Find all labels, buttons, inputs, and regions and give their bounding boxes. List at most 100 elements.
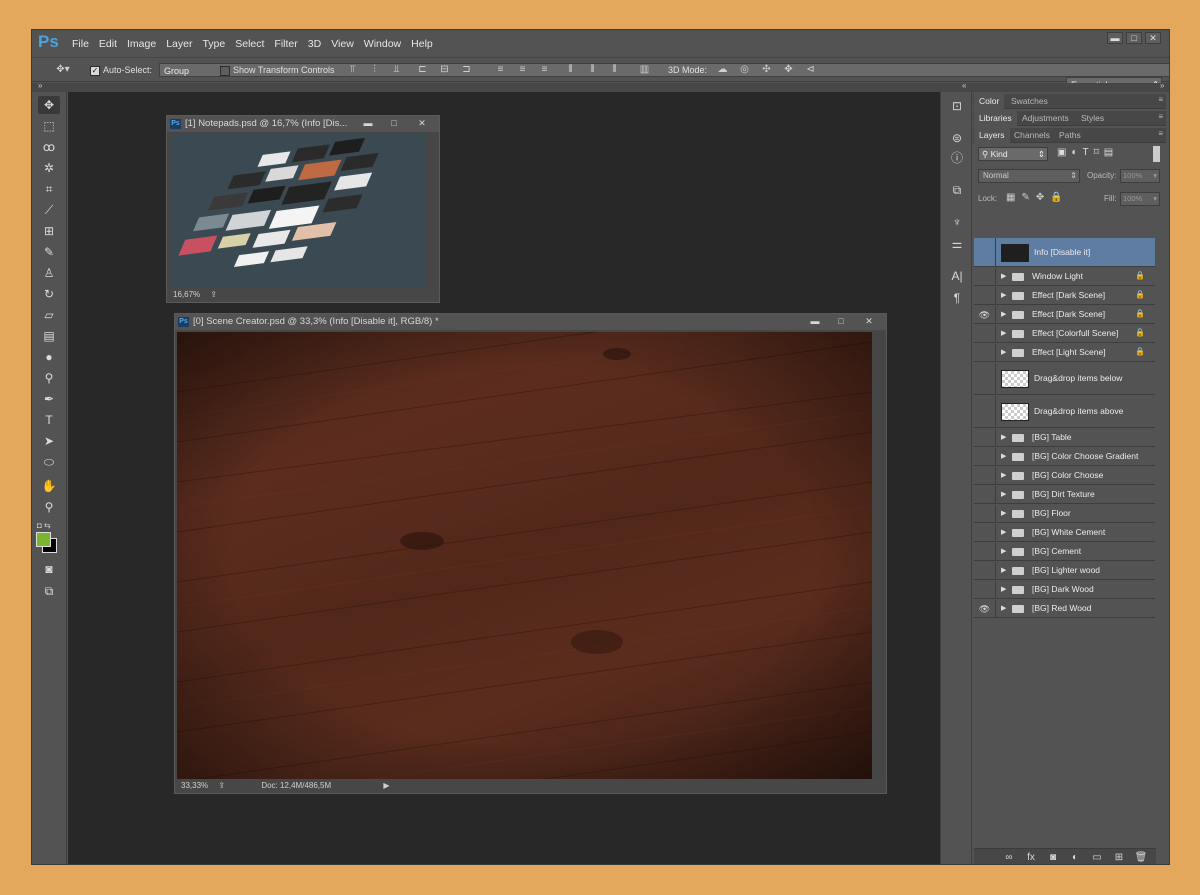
layer-name[interactable]: [BG] White Cement <box>1032 527 1105 537</box>
tab-libraries[interactable]: Libraries <box>974 111 1017 126</box>
info-panel-icon[interactable]: ⓘ <box>949 150 965 166</box>
dodge-tool-icon[interactable]: ⚲ <box>38 369 60 387</box>
expand-arrow-icon[interactable]: ▶ <box>1001 604 1006 612</box>
history-brush-tool-icon[interactable]: ↻ <box>38 285 60 303</box>
menu-image[interactable]: Image <box>127 38 156 50</box>
menu-view[interactable]: View <box>331 38 354 50</box>
layer-name[interactable]: [BG] Cement <box>1032 546 1081 556</box>
zoom-level[interactable]: 16,67% <box>173 290 200 299</box>
ellipse-tool-icon[interactable]: ⬭ <box>38 453 60 471</box>
layer-row[interactable]: 👁 ▶ [BG] Red Wood <box>974 600 1155 618</box>
foreground-color-swatch[interactable] <box>36 532 51 547</box>
notepads-canvas[interactable] <box>171 134 425 288</box>
expand-arrow-icon[interactable]: ▶ <box>1001 329 1006 337</box>
menu-file[interactable]: File <box>72 38 89 50</box>
layer-row[interactable]: ▶ Window Light 🔒 <box>974 268 1155 286</box>
visibility-toggle[interactable] <box>974 325 996 342</box>
layer-row[interactable]: ▶ [BG] Color Choose Gradient <box>974 448 1155 466</box>
layer-name[interactable]: Effect [Colorfull Scene] <box>1032 328 1118 338</box>
expand-arrow-icon[interactable]: ▶ <box>1001 452 1006 460</box>
crop-tool-icon[interactable]: ⌗ <box>38 180 60 198</box>
visibility-toggle[interactable]: 👁 <box>974 306 996 323</box>
distribute-right-icon[interactable]: ⦀ <box>608 63 621 76</box>
zoom-level[interactable]: 33,33% <box>181 781 208 790</box>
pen-tool-icon[interactable]: ✒ <box>38 390 60 408</box>
3d-rotate-icon[interactable]: ☁ <box>716 63 729 76</box>
layer-name[interactable]: [BG] Lighter wood <box>1032 565 1100 575</box>
character-panel-icon[interactable]: A| <box>949 268 965 284</box>
gradient-tool-icon[interactable]: ▤ <box>38 327 60 345</box>
layer-name[interactable]: Drag&drop items above <box>1034 406 1123 416</box>
visibility-toggle[interactable] <box>974 268 996 285</box>
layer-row[interactable]: ▶ [BG] Table <box>974 429 1155 447</box>
lock-icons[interactable]: ▦✎✥🔒 <box>1006 192 1069 203</box>
panel-menu-icon[interactable]: ≡ <box>1158 95 1163 104</box>
visibility-toggle[interactable] <box>974 486 996 503</box>
visibility-toggle[interactable] <box>974 505 996 522</box>
new-layer-icon[interactable]: ⊞ <box>1112 852 1126 864</box>
tab-paths[interactable]: Paths <box>1054 128 1086 143</box>
menu-filter[interactable]: Filter <box>274 38 297 50</box>
layer-row[interactable]: ▶ Effect [Light Scene] 🔒 <box>974 344 1155 362</box>
layer-row[interactable]: ▶ [BG] White Cement <box>974 524 1155 542</box>
eyedropper-tool-icon[interactable]: ⟋ <box>38 201 60 219</box>
filter-toggle-icon[interactable] <box>1153 146 1160 162</box>
visibility-toggle[interactable] <box>974 543 996 560</box>
doc-close-button[interactable]: ✕ <box>854 315 884 328</box>
expand-arrow-icon[interactable]: ▶ <box>1001 490 1006 498</box>
layer-name[interactable]: [BG] Dirt Texture <box>1032 489 1095 499</box>
expand-arrow-icon[interactable]: ▶ <box>1001 272 1006 280</box>
hand-tool-icon[interactable]: ✋ <box>38 477 60 495</box>
layer-name[interactable]: Drag&drop items below <box>1034 373 1122 383</box>
zoom-tool-icon[interactable]: ⚲ <box>38 498 60 516</box>
panel-menu-icon[interactable]: ≡ <box>1158 129 1163 138</box>
marquee-tool-icon[interactable]: ⬚ <box>38 117 60 135</box>
adjustment-layer-icon[interactable]: ◐ <box>1068 852 1082 864</box>
show-transform-toggle[interactable]: Show Transform Controls <box>220 63 335 77</box>
layer-row[interactable]: Drag&drop items above <box>974 396 1155 428</box>
expand-arrow-icon[interactable]: ▶ <box>1001 585 1006 593</box>
move-tool-preset-icon[interactable]: ✥▾ <box>52 63 74 76</box>
adjust-sliders-icon[interactable]: ⚌ <box>949 236 965 252</box>
layer-name[interactable]: [BG] Table <box>1032 432 1072 442</box>
expand-arrow-icon[interactable]: ▶ <box>1001 291 1006 299</box>
menu-type[interactable]: Type <box>202 38 225 50</box>
layer-filter-icons[interactable]: ▣◐T⌑▤ <box>1057 147 1118 158</box>
menu-layer[interactable]: Layer <box>166 38 192 50</box>
layer-row[interactable]: ▶ [BG] Dark Wood <box>974 581 1155 599</box>
close-button[interactable]: ✕ <box>1145 32 1161 44</box>
layer-name[interactable]: [BG] Color Choose Gradient <box>1032 451 1138 461</box>
layer-filter-dropdown[interactable]: ⚲ Kind ⇕ <box>978 147 1048 161</box>
distribute-vertical-center-icon[interactable]: ≡ <box>516 63 529 76</box>
document-title-bar[interactable]: Ps [0] Scene Creator.psd @ 33,3% (Info [… <box>175 314 886 330</box>
fill-input[interactable]: 100% ▾ <box>1120 192 1160 206</box>
auto-select-checkbox[interactable]: ✓ <box>90 65 100 76</box>
layer-name[interactable]: Window Light <box>1032 271 1083 281</box>
3d-roll-icon[interactable]: ◎ <box>738 63 751 76</box>
quick-mask-icon[interactable]: ◙ <box>38 560 60 578</box>
layer-row[interactable]: 👁 ▶ Effect [Dark Scene] 🔒 <box>974 306 1155 324</box>
status-menu-arrow-icon[interactable]: ▶ <box>383 781 389 790</box>
menu-select[interactable]: Select <box>235 38 264 50</box>
add-layer-style-icon[interactable]: fx <box>1024 852 1038 864</box>
doc-minimize-button[interactable]: ▬ <box>355 117 381 130</box>
tab-adjustments[interactable]: Adjustments <box>1017 111 1074 126</box>
panels-collapse-icon[interactable]: » <box>1160 81 1164 90</box>
doc-maximize-button[interactable]: □ <box>828 315 854 328</box>
healing-brush-tool-icon[interactable]: ⊞ <box>38 222 60 240</box>
align-right-icon[interactable]: ⊐ <box>460 63 473 76</box>
type-tool-icon[interactable]: T <box>38 411 60 429</box>
layer-name[interactable]: [BG] Red Wood <box>1032 603 1091 613</box>
doc-maximize-button[interactable]: □ <box>381 117 407 130</box>
layer-row[interactable]: ▶ [BG] Cement <box>974 543 1155 561</box>
menu-window[interactable]: Window <box>364 38 401 50</box>
screen-mode-icon[interactable]: ⧉ <box>38 582 60 600</box>
layer-name[interactable]: [BG] Color Choose <box>1032 470 1103 480</box>
expand-arrow-icon[interactable]: ▶ <box>1001 547 1006 555</box>
doc-minimize-button[interactable]: ▬ <box>802 315 828 328</box>
layer-row[interactable]: ▶ Effect [Colorfull Scene] 🔒 <box>974 325 1155 343</box>
expand-arrow-icon[interactable]: ▶ <box>1001 310 1006 318</box>
add-mask-icon[interactable]: ◙ <box>1046 852 1060 864</box>
minimize-button[interactable]: ▬ <box>1107 32 1123 44</box>
distribute-left-icon[interactable]: ⦀ <box>564 63 577 76</box>
